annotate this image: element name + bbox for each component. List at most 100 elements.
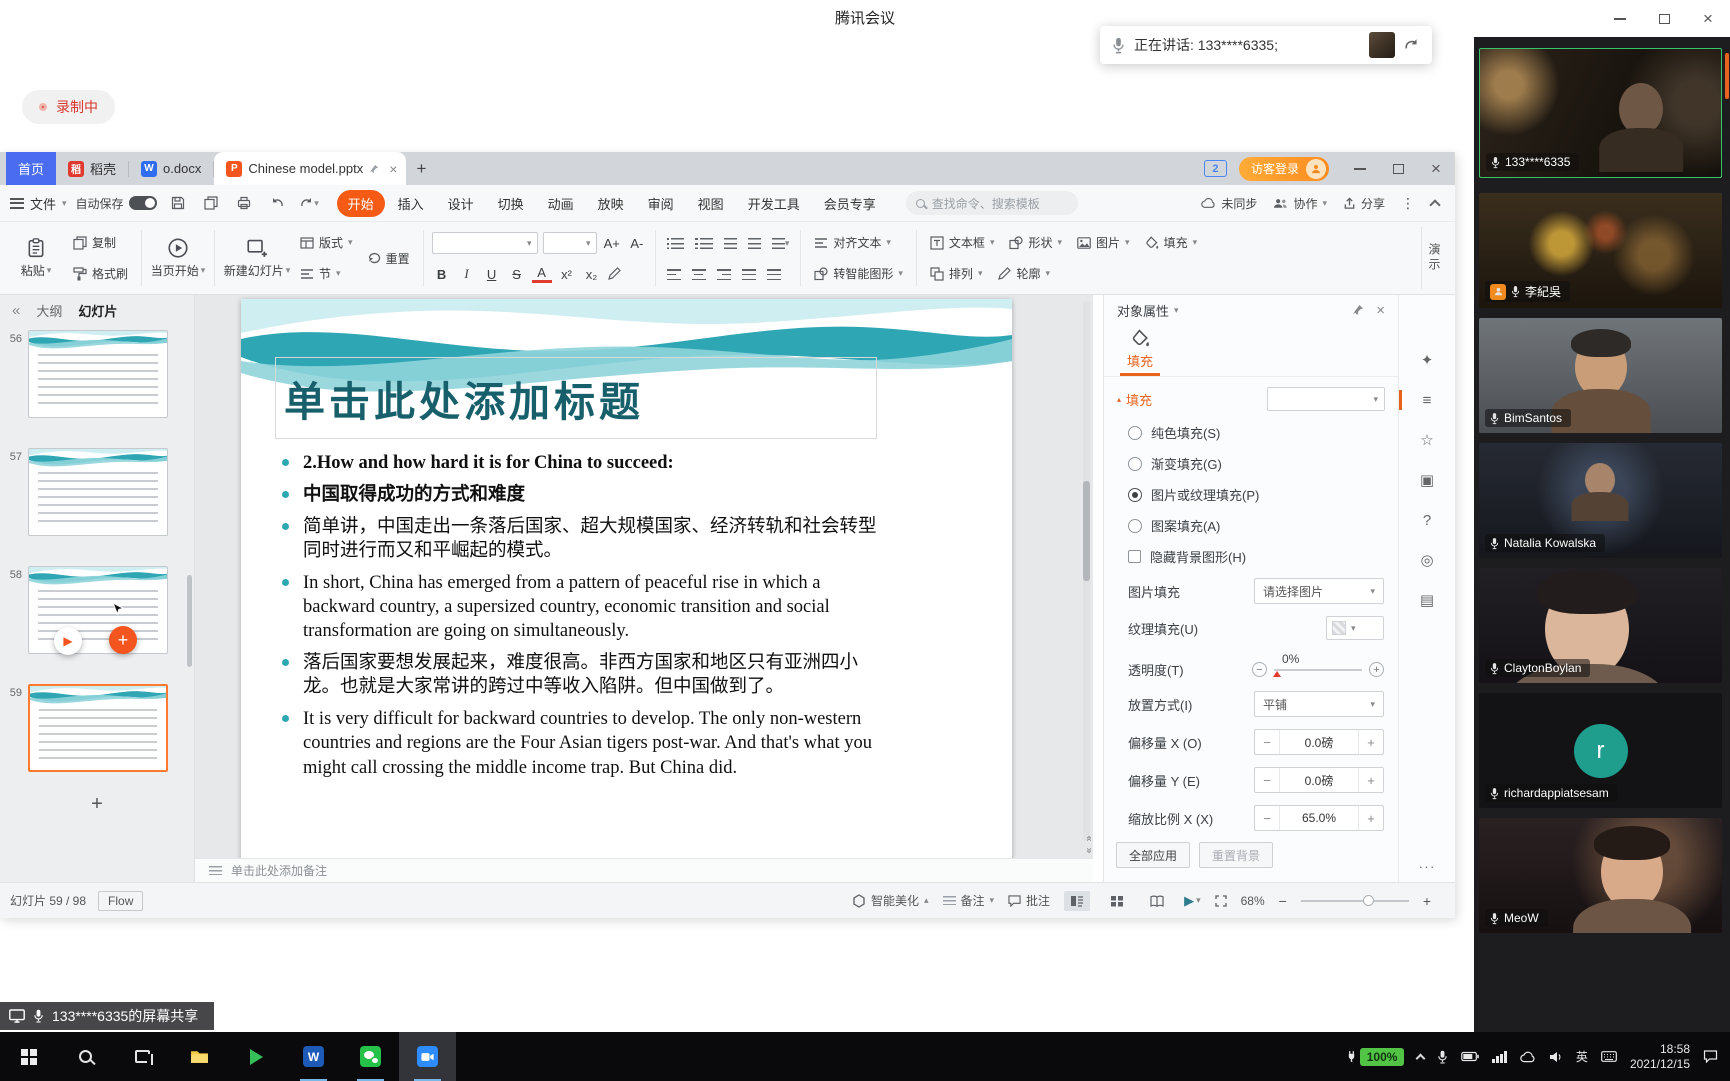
redo-button[interactable]: ▾ [298, 191, 322, 215]
play-from-current-button[interactable]: 当页开始▾ [150, 227, 206, 289]
tray-mic-icon[interactable] [1437, 1050, 1448, 1064]
object-properties-icon[interactable]: ≡ [1399, 383, 1455, 417]
sidebar-scrollbar[interactable] [1725, 53, 1729, 99]
option-hide-background[interactable]: 隐藏背景图形(H) [1104, 541, 1398, 572]
transparency-minus-button[interactable]: − [1252, 662, 1267, 677]
align-center-button[interactable] [692, 269, 706, 280]
zoom-slider-handle[interactable] [1363, 895, 1374, 906]
section-button[interactable]: 节▾ [295, 264, 358, 283]
taskbar-clock[interactable]: 18:58 2021/12/15 [1630, 1042, 1690, 1072]
slide-59[interactable]: 单击此处添加标题 2.How and how hard it is for Ch… [241, 299, 1012, 858]
word-app-button[interactable]: W [285, 1032, 342, 1081]
language-indicator[interactable]: 英 [1576, 1048, 1588, 1065]
font-color-button[interactable]: A [532, 266, 552, 283]
participant-video-active-speaker[interactable]: 133****6335 [1479, 48, 1722, 178]
decrease-indent-button[interactable] [721, 236, 740, 251]
stepper-plus[interactable]: + [1359, 768, 1383, 792]
minimize-button[interactable] [1598, 0, 1642, 37]
menu-tab-view[interactable]: 视图 [687, 190, 735, 217]
cloud-tray-icon[interactable] [1520, 1051, 1536, 1063]
stepper-plus[interactable]: + [1359, 730, 1383, 754]
apply-all-button[interactable]: 全部应用 [1116, 842, 1190, 868]
slides-panel-scrollbar[interactable] [187, 575, 192, 667]
paste-button[interactable]: 粘贴▾ [8, 227, 64, 289]
file-menu-button[interactable]: 文件 ▾ [10, 194, 67, 213]
recording-badge[interactable]: 录制中 [22, 90, 115, 124]
smart-beautify-button[interactable]: 智能美化 ▴ [852, 892, 929, 909]
collapse-panel-button[interactable]: « [12, 302, 20, 319]
notification-center-icon[interactable] [1703, 1050, 1718, 1063]
justify-button[interactable] [742, 269, 756, 280]
option-gradient-fill[interactable]: 渐变填充(G) [1104, 448, 1398, 479]
slides-tab[interactable]: 幻灯片 [78, 301, 117, 320]
share-button[interactable]: 分享 [1343, 195, 1385, 212]
ime-keyboard-icon[interactable] [1601, 1051, 1617, 1062]
outline-tab[interactable]: 大纲 [36, 301, 62, 320]
offset-x-stepper[interactable]: − 0.0磅 + [1254, 729, 1384, 755]
media-app-button[interactable] [228, 1032, 285, 1081]
previous-slide-button[interactable]: « [1084, 836, 1093, 842]
font-shrink-button[interactable]: A- [627, 233, 647, 253]
fill-preview-dropdown[interactable]: ▾ [1267, 387, 1385, 411]
fill-button[interactable]: 填充▾ [1140, 233, 1203, 252]
option-picture-texture-fill[interactable]: 图片或纹理填充(P) [1104, 479, 1398, 510]
bold-button[interactable]: B [432, 264, 452, 284]
to-smartart-button[interactable]: 转智能图形▾ [809, 264, 908, 283]
arrange-button[interactable]: 排列▾ [925, 264, 988, 283]
more-menu-button[interactable]: ⋮ [1401, 195, 1415, 212]
layout-button[interactable]: 版式▾ [295, 233, 358, 252]
clipboard-pane-icon[interactable]: ▣ [1399, 463, 1455, 497]
undo-button[interactable] [265, 191, 289, 215]
slide-title-placeholder[interactable]: 单击此处添加标题 [275, 357, 877, 439]
start-button[interactable] [0, 1032, 57, 1081]
transparency-plus-button[interactable]: + [1369, 662, 1384, 677]
next-slide-button[interactable]: « [1084, 848, 1093, 854]
sync-status-button[interactable]: 未同步 [1201, 195, 1257, 212]
font-name-select[interactable]: ▾ [432, 232, 538, 254]
new-slide-float-button[interactable]: + [109, 626, 137, 654]
menu-tab-member[interactable]: 会员专享 [813, 190, 887, 217]
help-icon[interactable]: ? [1399, 503, 1455, 537]
wps-minimize-button[interactable] [1341, 152, 1379, 185]
align-left-button[interactable] [667, 269, 681, 280]
menu-tab-review[interactable]: 审阅 [637, 190, 685, 217]
comments-button[interactable]: 批注 [1008, 892, 1050, 909]
maximize-button[interactable] [1642, 0, 1686, 37]
zoom-out-button[interactable]: − [1279, 893, 1287, 909]
tray-battery-icon[interactable] [1461, 1051, 1479, 1062]
zoom-in-button[interactable]: + [1423, 893, 1431, 909]
option-solid-fill[interactable]: 纯色填充(S) [1104, 417, 1398, 448]
copy-button[interactable]: 复制 [68, 233, 133, 252]
slide-thumbnail-59-selected[interactable] [28, 684, 168, 772]
effects-icon[interactable]: ✦ [1399, 343, 1455, 377]
reset-button[interactable]: 重置 [362, 249, 415, 268]
align-text-button[interactable]: 对齐文本▾ [809, 233, 908, 252]
tab-presentation-active[interactable]: P Chinese model.pptx × [214, 152, 406, 185]
underline-button[interactable]: U [482, 264, 502, 284]
selection-pane-icon[interactable]: ◎ [1399, 543, 1455, 577]
play-from-slide-float-button[interactable]: ▶ [54, 627, 82, 655]
favorites-icon[interactable]: ☆ [1399, 423, 1455, 457]
menu-tab-transition[interactable]: 切换 [487, 190, 535, 217]
numbered-list-button[interactable] [692, 236, 716, 251]
menu-tab-devtools[interactable]: 开发工具 [737, 190, 811, 217]
present-tools-button[interactable]: 演示 [1421, 227, 1447, 289]
zoom-slider[interactable] [1301, 900, 1409, 902]
stepper-minus[interactable]: − [1255, 768, 1279, 792]
subscript-button[interactable]: x₂ [582, 264, 602, 284]
menu-tab-insert[interactable]: 插入 [387, 190, 435, 217]
menu-tab-slideshow[interactable]: 放映 [587, 190, 635, 217]
stepper-minus[interactable]: − [1255, 806, 1279, 830]
output-button[interactable] [199, 191, 223, 215]
wps-restore-button[interactable] [1379, 152, 1417, 185]
close-panel-icon[interactable]: × [1376, 302, 1385, 319]
tab-document[interactable]: W o.docx [129, 152, 213, 185]
slide-sorter-view-button[interactable] [1104, 891, 1130, 911]
tab-docer[interactable]: 稻 稻壳 [56, 152, 128, 185]
save-button[interactable] [166, 191, 190, 215]
battery-status[interactable]: 100% [1347, 1048, 1405, 1066]
file-explorer-button[interactable] [171, 1032, 228, 1081]
close-button[interactable]: × [1686, 0, 1730, 37]
participant-video[interactable]: r richardappiatsesam [1479, 693, 1722, 808]
new-tab-button[interactable]: + [406, 152, 436, 185]
